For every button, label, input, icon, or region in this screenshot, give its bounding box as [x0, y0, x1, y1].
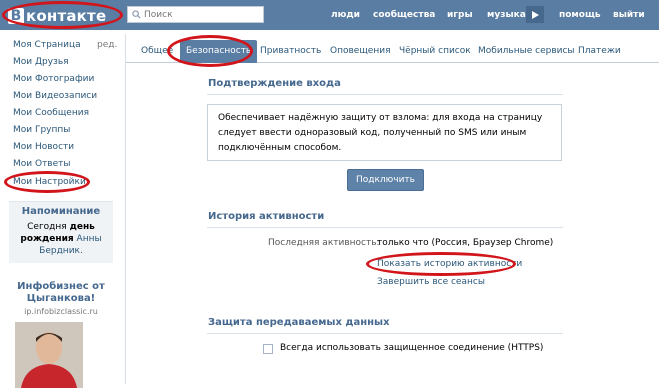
end-all-sessions-link[interactable]: Завершить все сеансы [377, 277, 485, 287]
sidebar-item-settings[interactable]: Мои Настройки [13, 177, 86, 187]
sidebar-ad[interactable]: Инфобизнес от Цыганкова! ip.infobizclass… [9, 281, 113, 316]
tab-general[interactable]: Общее [141, 46, 173, 56]
sidebar-item-news[interactable]: Мои Новости [13, 142, 74, 152]
last-activity-label: Последняя активность: [268, 238, 380, 248]
logo-text: контакте [26, 7, 107, 25]
play-icon [531, 10, 539, 19]
tab-security[interactable]: Безопасность [180, 40, 258, 63]
sidebar-item-my-page[interactable]: Моя Страница [13, 40, 81, 50]
reminder-surname-link[interactable]: Бердник. [39, 246, 83, 256]
sidebar-item-videos[interactable]: Мои Видеозаписи [13, 91, 97, 101]
top-header: B контакте люди сообщества игры музыка п… [0, 0, 659, 30]
vk-logo[interactable]: B контакте [8, 6, 106, 26]
settings-panel: Общее Безопасность Приватность Оповещени… [125, 34, 659, 384]
search-input[interactable] [141, 9, 257, 20]
reminder-body: Сегодня день рождения Анны Бердник. [11, 221, 111, 257]
play-button[interactable] [526, 6, 544, 23]
section-title-data-protection: Защита передаваемых данных [208, 317, 390, 328]
birthday-reminder: Напоминание Сегодня день рождения Анны Б… [9, 201, 113, 263]
ad-url: ip.infobizclassic.ru [24, 307, 98, 316]
reminder-text-today: Сегодня [27, 222, 67, 232]
search-box[interactable] [127, 6, 264, 23]
https-checkbox[interactable] [263, 344, 273, 354]
ad-title-line2: Цыганкова! [26, 293, 96, 304]
divider [207, 94, 563, 95]
divider [207, 333, 563, 334]
tab-payments[interactable]: Платежи [578, 46, 621, 56]
reminder-text-day: день [69, 222, 95, 232]
divider [207, 227, 563, 228]
sidebar-edit-link[interactable]: ред. [97, 40, 117, 50]
https-checkbox-label[interactable]: Всегда использовать защищенное соединени… [280, 343, 543, 353]
login-confirmation-description: Обеспечивает надёжную защиту от взлома: … [207, 104, 562, 161]
nav-music[interactable]: музыка [487, 0, 526, 30]
sidebar-item-groups[interactable]: Мои Группы [13, 125, 70, 135]
nav-people[interactable]: люди [331, 0, 360, 30]
reminder-text-birthday: рождения [20, 234, 74, 244]
ad-title-line1: Инфобизнес от [17, 281, 105, 292]
search-icon [132, 10, 141, 19]
last-activity-value: только что (Россия, Браузер Chrome) [377, 238, 554, 248]
section-title-activity: История активности [208, 211, 325, 222]
sidebar-item-answers[interactable]: Мои Ответы [13, 159, 71, 169]
reminder-title: Напоминание [21, 206, 101, 217]
connect-button[interactable]: Подключить [347, 169, 424, 191]
nav-logout[interactable]: выйти [613, 0, 645, 30]
tab-mobile-services[interactable]: Мобильные сервисы [478, 46, 575, 56]
reminder-name-link[interactable]: Анны [77, 234, 102, 244]
show-activity-history-link[interactable]: Показать историю активности [377, 259, 522, 269]
settings-tabs: Общее Безопасность Приватность Оповещени… [126, 34, 659, 63]
sidebar-item-friends[interactable]: Мои Друзья [13, 57, 69, 67]
nav-communities[interactable]: сообщества [373, 0, 435, 30]
tab-blacklist[interactable]: Чёрный список [399, 46, 471, 56]
ad-image[interactable] [15, 322, 83, 388]
tab-notifications[interactable]: Оповещения [330, 46, 390, 56]
ad-photo [15, 322, 83, 388]
tab-privacy[interactable]: Приватность [260, 46, 321, 56]
section-title-login-confirmation: Подтверждение входа [208, 78, 341, 89]
logo-letter: B [8, 8, 24, 24]
sidebar-item-photos[interactable]: Мои Фотографии [13, 74, 94, 84]
nav-help[interactable]: помощь [559, 0, 601, 30]
sidebar-item-messages[interactable]: Мои Сообщения [13, 108, 89, 118]
nav-games[interactable]: игры [447, 0, 473, 30]
